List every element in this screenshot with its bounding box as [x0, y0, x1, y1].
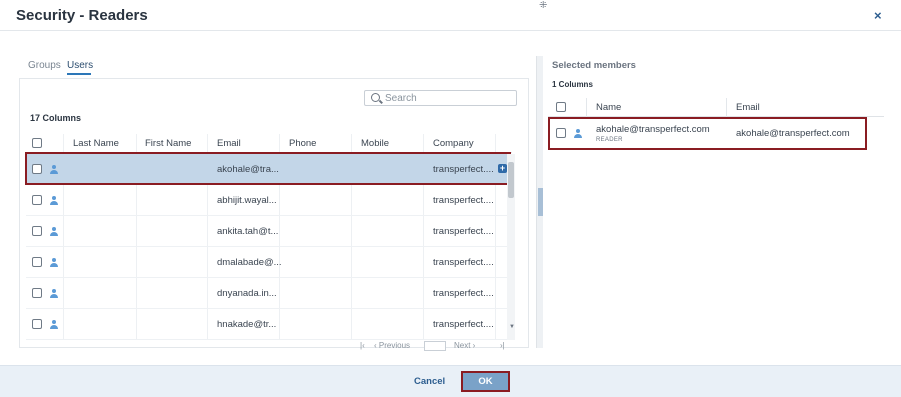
column-header-email[interactable]: Email	[217, 138, 241, 149]
row-email: ankita.tah@t...	[217, 226, 279, 237]
column-divider	[726, 98, 727, 117]
dialog-title: Security - Readers	[16, 7, 148, 24]
first-page-button[interactable]: |‹	[360, 341, 365, 350]
columns-count: 17 Columns	[30, 113, 82, 123]
ok-button[interactable]: OK	[461, 371, 510, 392]
row-company: transperfect....	[433, 226, 494, 237]
user-icon	[50, 227, 58, 236]
tab-groups[interactable]: Groups	[28, 60, 61, 71]
dialog-titlebar: Security - Readers ⁜ ×	[0, 0, 901, 31]
close-icon[interactable]: ×	[874, 8, 882, 23]
column-header-first-name[interactable]: First Name	[145, 138, 191, 149]
select-all-members-checkbox[interactable]	[556, 102, 566, 112]
column-header-name[interactable]: Name	[596, 102, 621, 113]
table-row[interactable]: dmalabade@... transperfect....	[26, 247, 512, 278]
row-email: hnakade@tr...	[217, 319, 277, 330]
row-email: abhijit.wayal...	[217, 195, 277, 206]
column-header-company[interactable]: Company	[433, 138, 474, 149]
selected-columns-count: 1 Columns	[552, 80, 593, 89]
dialog-footer: Cancel OK	[0, 365, 901, 397]
last-page-button[interactable]: ›|	[500, 341, 505, 350]
row-company: transperfect....	[433, 319, 494, 330]
select-all-checkbox[interactable]	[32, 138, 42, 148]
active-tab-indicator	[67, 73, 91, 75]
page-number-input[interactable]	[424, 341, 446, 351]
scrollbar-thumb[interactable]	[508, 162, 514, 198]
member-row-highlight	[548, 117, 867, 150]
table-row[interactable]: dnyanada.in... transperfect....	[26, 278, 512, 309]
table-row[interactable]: ankita.tah@t... transperfect....	[26, 216, 512, 247]
row-checkbox[interactable]	[32, 288, 42, 298]
column-header-member-email[interactable]: Email	[736, 102, 760, 113]
tab-users[interactable]: Users	[67, 60, 93, 71]
search-input[interactable]	[385, 92, 513, 105]
selected-members-title: Selected members	[552, 60, 636, 71]
search-icon	[371, 93, 380, 102]
row-checkbox[interactable]	[32, 319, 42, 329]
drag-handle-icon[interactable]: ⁜	[539, 0, 547, 11]
pane-splitter[interactable]	[536, 56, 543, 348]
selected-row-highlight	[25, 152, 511, 185]
security-readers-dialog: Security - Readers ⁜ × Groups Users 17 C…	[0, 0, 901, 397]
previous-page-button[interactable]: ‹ Previous	[374, 341, 410, 350]
column-divider	[586, 98, 587, 117]
user-icon	[50, 258, 58, 267]
scroll-down-icon[interactable]: ▼	[509, 324, 515, 330]
row-company: transperfect....	[433, 195, 494, 206]
grid-vertical-scrollbar[interactable]	[507, 154, 515, 340]
next-page-button[interactable]: Next ›	[454, 341, 475, 350]
selected-members-header: Name Email	[548, 98, 884, 117]
cancel-button[interactable]: Cancel	[414, 376, 445, 387]
row-company: transperfect....	[433, 257, 494, 268]
column-header-phone[interactable]: Phone	[289, 138, 316, 149]
splitter-handle[interactable]	[538, 188, 543, 216]
user-icon	[50, 289, 58, 298]
column-header-last-name[interactable]: Last Name	[73, 138, 119, 149]
row-checkbox[interactable]	[32, 195, 42, 205]
row-checkbox[interactable]	[32, 226, 42, 236]
row-company: transperfect....	[433, 288, 494, 299]
row-email: dmalabade@...	[217, 257, 282, 268]
table-row[interactable]: abhijit.wayal... transperfect....	[26, 185, 512, 216]
table-row[interactable]: hnakade@tr... transperfect....	[26, 309, 512, 340]
row-checkbox[interactable]	[32, 257, 42, 267]
column-header-mobile[interactable]: Mobile	[361, 138, 389, 149]
users-grid-header: Last Name First Name Email Phone Mobile …	[26, 134, 512, 153]
user-icon	[50, 196, 58, 205]
row-email: dnyanada.in...	[217, 288, 277, 299]
user-icon	[50, 320, 58, 329]
search-box[interactable]	[364, 90, 517, 106]
